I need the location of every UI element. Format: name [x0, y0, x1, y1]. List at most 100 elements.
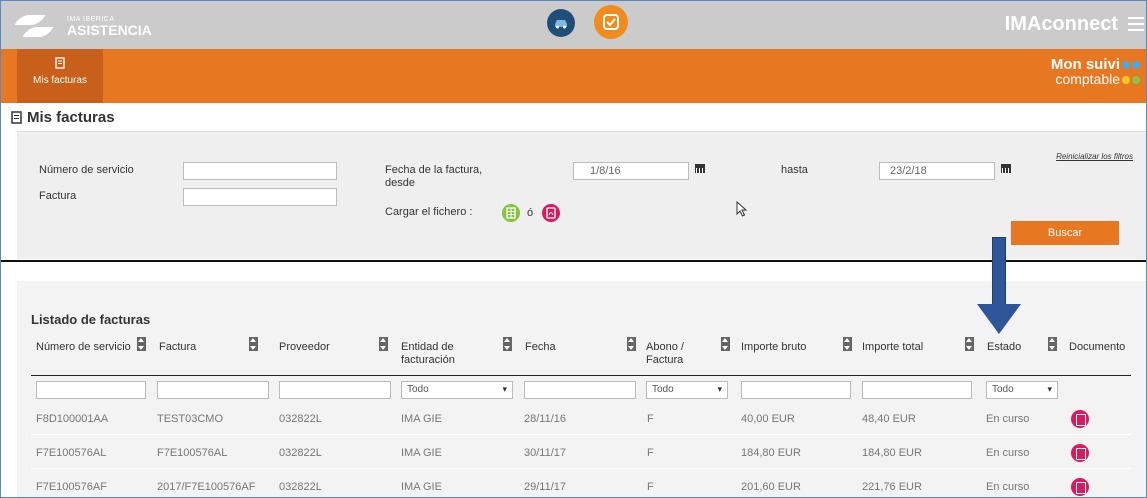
col-abono[interactable]: Abono / Factura	[646, 341, 684, 367]
cell-abono: F	[647, 481, 654, 493]
filter-factura-input[interactable]	[157, 381, 269, 399]
col-numero-servicio[interactable]: Número de servicio	[36, 341, 131, 354]
filter-proveedor-input[interactable]	[279, 381, 391, 399]
car-icon[interactable]	[547, 9, 575, 37]
cell-fecha: 28/11/16	[524, 413, 567, 425]
cell-total: 221,76 EUR	[862, 481, 922, 493]
app-window: IMA IBERICA ASISTENCIA IMAconnect Mis fa…	[0, 0, 1147, 498]
spreadsheet-icon[interactable]	[502, 204, 520, 222]
dot-yellow-icon	[1122, 76, 1130, 85]
sort-icon[interactable]	[1048, 337, 1057, 351]
page-title: Mis facturas	[11, 109, 115, 126]
mon-suivi-comptable-link[interactable]: Mon suivi comptable	[1051, 57, 1140, 86]
cell-total: 48,40 EUR	[862, 413, 916, 425]
brand-prefix: IMA	[1004, 13, 1042, 35]
cell-proveedor: 032822L	[279, 413, 322, 425]
check-document-icon[interactable]	[594, 5, 628, 39]
col-entidad-line1: Entidad de	[401, 341, 454, 353]
numero-servicio-input[interactable]	[183, 162, 337, 180]
calendar-icon[interactable]	[695, 164, 705, 173]
col-abono-line1: Abono /	[646, 341, 684, 353]
table-row[interactable]: F7E100576AF 2017/F7E100576AF 032822L IMA…	[31, 473, 1131, 497]
dot-blue-icon	[1132, 61, 1140, 70]
calendar-icon[interactable]	[1001, 164, 1011, 173]
hamburger-menu-icon[interactable]	[1128, 17, 1144, 31]
ima-logo-mark	[13, 11, 61, 41]
sort-icon[interactable]	[503, 337, 512, 351]
cell-entidad: IMA GIE	[401, 447, 442, 459]
cell-estado: En curso	[986, 413, 1030, 425]
filter-abono-select[interactable]: Todo	[646, 381, 728, 399]
top-bar: IMA IBERICA ASISTENCIA IMAconnect	[1, 1, 1146, 49]
section-divider	[1, 260, 1146, 262]
cell-entidad: IMA GIE	[401, 413, 442, 425]
invoice-icon	[55, 57, 65, 69]
list-title: Listado de facturas	[31, 312, 151, 327]
col-estado[interactable]: Estado	[987, 341, 1021, 354]
col-proveedor[interactable]: Proveedor	[279, 341, 330, 354]
logo-title: ASISTENCIA	[67, 21, 152, 38]
cargar-fichero-label: Cargar el fichero :	[385, 206, 473, 218]
factura-input[interactable]	[183, 188, 337, 206]
sort-icon[interactable]	[721, 337, 730, 351]
col-fecha[interactable]: Fecha	[525, 341, 556, 354]
col-importe-bruto[interactable]: Importe bruto	[741, 341, 806, 354]
col-entidad-line2: facturación	[401, 354, 455, 366]
cell-estado: En curso	[986, 447, 1030, 459]
filter-bruto-input[interactable]	[741, 381, 851, 399]
cell-servicio: F8D100001AA	[36, 413, 109, 425]
ima-logo[interactable]: IMA IBERICA ASISTENCIA	[13, 11, 152, 41]
invoice-icon	[11, 111, 22, 124]
pdf-icon[interactable]	[542, 204, 560, 222]
or-separator: ó	[527, 207, 534, 219]
cell-bruto: 201,60 EUR	[741, 481, 801, 493]
nav-item-mis-facturas[interactable]: Mis facturas	[17, 49, 103, 103]
cell-abono: F	[647, 447, 654, 459]
table-row[interactable]: F8D100001AA TEST03CMO 032822L IMA GIE 28…	[31, 405, 1131, 435]
cell-factura: F7E100576AL	[157, 447, 228, 459]
filter-fecha-input[interactable]	[524, 381, 636, 399]
annotation-arrow-head	[977, 304, 1021, 334]
nav-item-label: Mis facturas	[33, 75, 87, 86]
dot-green-icon	[1132, 76, 1140, 85]
sort-icon[interactable]	[843, 337, 852, 351]
fecha-desde-input[interactable]: 1/8/16	[573, 162, 689, 180]
col-importe-total[interactable]: Importe total	[862, 341, 923, 354]
col-factura[interactable]: Factura	[159, 341, 196, 354]
col-entidad[interactable]: Entidad de facturación	[401, 341, 455, 367]
pdf-icon[interactable]	[1071, 410, 1089, 428]
cell-fecha: 30/11/17	[524, 447, 567, 459]
hasta-input[interactable]: 23/2/18	[879, 162, 995, 180]
factura-label: Factura	[39, 190, 77, 202]
cell-fecha: 29/11/17	[524, 481, 567, 493]
cell-proveedor: 032822L	[279, 481, 322, 493]
annotation-arrow-shaft	[992, 237, 1006, 305]
sort-icon[interactable]	[379, 337, 388, 351]
filter-entidad-select[interactable]: Todo	[401, 381, 513, 399]
filter-panel: Número de servicio Factura Fecha de la f…	[17, 131, 1146, 259]
reset-filters-link[interactable]: Reinicializar los filtros	[1056, 152, 1133, 161]
cell-servicio: F7E100576AF	[36, 481, 107, 493]
cell-estado: En curso	[986, 481, 1030, 493]
suivi-line2: comptable	[1055, 71, 1120, 87]
search-button[interactable]: Buscar	[1011, 221, 1119, 245]
col-documento[interactable]: Documento	[1069, 341, 1125, 354]
sort-icon[interactable]	[249, 337, 258, 351]
cell-servicio: F7E100576AL	[36, 447, 107, 459]
pdf-icon[interactable]	[1071, 444, 1089, 462]
filter-estado-select[interactable]: Todo	[986, 381, 1058, 399]
pdf-icon[interactable]	[1071, 478, 1089, 496]
cell-total: 184,80 EUR	[862, 447, 922, 459]
sort-icon[interactable]	[137, 337, 146, 351]
brand-suffix: connect	[1041, 13, 1118, 35]
filter-total-input[interactable]	[862, 381, 972, 399]
col-abono-line2: Factura	[646, 354, 684, 366]
dot-blue-icon	[1122, 61, 1130, 70]
table-row[interactable]: F7E100576AL F7E100576AL 032822L IMA GIE …	[31, 439, 1131, 469]
sort-icon[interactable]	[627, 337, 636, 351]
hasta-label: hasta	[781, 164, 808, 176]
filter-servicio-input[interactable]	[36, 381, 146, 399]
page-title-text: Mis facturas	[27, 109, 115, 126]
numero-servicio-label: Número de servicio	[39, 164, 134, 176]
sort-icon[interactable]	[965, 337, 974, 351]
